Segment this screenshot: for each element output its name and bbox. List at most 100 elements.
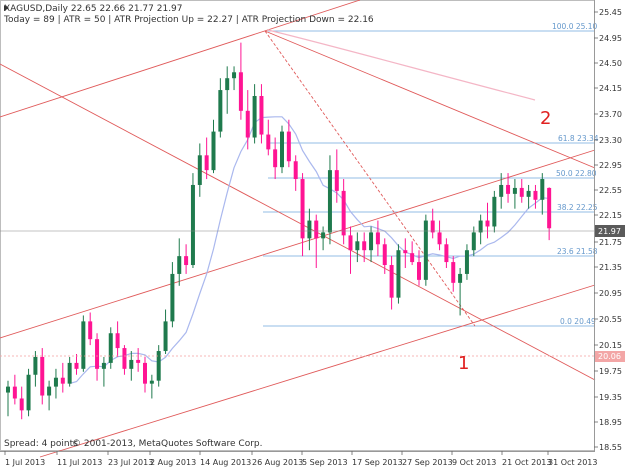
fib-level-label: 38.2 22.25 (557, 203, 598, 212)
candle-body (81, 321, 86, 369)
candle-body (19, 398, 24, 411)
fib-level-label: 61.8 23.34 (558, 134, 599, 143)
candle-body (334, 170, 339, 191)
fib-level-label: 23.6 21.58 (557, 247, 598, 256)
candle-body (369, 232, 374, 251)
candle-body (225, 78, 230, 91)
time-axis[interactable]: 1 Jul 2013 11 Jul 2013 23 Jul 20132 Aug 20… (0, 451, 597, 467)
marker-label-2: 2 (540, 108, 551, 129)
candle-body (430, 220, 435, 233)
candle-body (6, 386, 10, 393)
candle-body (293, 161, 298, 180)
fib-level-label: 100.0 25.10 (552, 22, 598, 31)
candle-body (314, 220, 319, 239)
candle-body (341, 190, 346, 236)
candle-body (177, 256, 182, 274)
price-tick-label: 24.50 (599, 59, 622, 68)
time-tick-label: 23 Jul 2013 (108, 458, 153, 467)
price-axis[interactable]: 25.45 24.95 24.50 24.15 23.70 23.30 22.95 22.55… (594, 0, 625, 452)
price-tick-label: 23.70 (599, 110, 622, 119)
price-chart-window[interactable]: 100.0 25.10 61.8 23.34 50.0 22.80 38.2 22.2… (0, 0, 625, 469)
spread-label: Spread: 4 points (4, 439, 78, 449)
candle-body (95, 339, 100, 369)
candle-body (437, 232, 442, 245)
candle-body (88, 321, 93, 340)
copyright-label: © 2001-2013, MetaQuotes Software Corp. (72, 439, 263, 449)
fib-level-label: 50.0 22.80 (556, 169, 597, 178)
price-tick-label: 24.15 (599, 84, 622, 93)
candle-body (471, 232, 476, 251)
candle-body (273, 149, 278, 168)
time-tick-label: 1 Jul 2013 (5, 458, 45, 467)
candle-body (163, 321, 168, 352)
time-tick-label: 21 Oct 2013 (502, 458, 551, 467)
time-tick-label: 17 Sep 2013 (352, 458, 403, 467)
candle-body (533, 190, 538, 200)
price-tick-label: 18.55 (599, 443, 622, 452)
price-tick-label: 21.75 (599, 238, 622, 247)
price-chart[interactable]: 100.0 25.10 61.8 23.34 50.0 22.80 38.2 22.2… (0, 0, 625, 469)
current-price-label: 21.97 (598, 227, 621, 236)
candle-body (115, 333, 120, 349)
candle-body (286, 131, 291, 162)
time-tick-label: 5 Sep 2013 (302, 458, 348, 467)
time-tick-label: 31 Oct 2013 (548, 458, 597, 467)
price-tick-label: 19.75 (599, 367, 622, 376)
marker-label-1: 1 (458, 353, 469, 374)
candle-body (67, 362, 72, 384)
candle-body (300, 179, 305, 239)
candle-body (143, 362, 147, 384)
candle-body (47, 386, 52, 396)
candle-body (190, 184, 195, 266)
candle-body (526, 190, 531, 197)
candle-body (403, 250, 408, 254)
candle-body (184, 256, 189, 266)
candle-body (108, 333, 113, 363)
candle-body (245, 110, 250, 138)
candle-body (74, 362, 79, 369)
candle-body (321, 232, 326, 239)
candle-body (266, 134, 271, 150)
fib-level-label: 0.0 20.49 (560, 317, 596, 326)
candle-body (382, 244, 387, 266)
candle-body (519, 187, 524, 197)
time-tick-label: 14 Aug 2013 (200, 458, 251, 467)
candle-body (136, 359, 141, 363)
header-line-2: Today = 89 | ATR = 50 | ATR Projection U… (3, 15, 374, 25)
candle-body (355, 241, 360, 251)
candle-body (506, 184, 511, 194)
time-tick-label: 2 Aug 2013 (150, 458, 196, 467)
candle-body (327, 170, 332, 233)
candle-body (197, 155, 202, 185)
header-line-1: XAGUSD,Daily 22.65 22.66 21.77 21.97 (4, 4, 183, 14)
time-tick-label: 9 Oct 2013 (452, 458, 496, 467)
candle-body (259, 96, 264, 135)
candle-body (512, 187, 517, 194)
candle-body (211, 131, 216, 171)
candle-body (389, 265, 394, 298)
time-tick-label: 26 Aug 2013 (252, 458, 303, 467)
candle-body (12, 386, 17, 399)
candle-body (252, 96, 257, 138)
chart-frame (0, 0, 595, 451)
price-tick-label: 24.95 (599, 34, 622, 43)
candle-body (375, 232, 380, 245)
price-tick-label: 18.95 (599, 418, 622, 427)
candle-body (499, 184, 504, 197)
candle-body (444, 244, 449, 263)
price-tick-label: 21.35 (599, 263, 622, 272)
candle-body (204, 155, 209, 171)
price-tick-label: 20.15 (599, 341, 622, 350)
price-tick-label: 22.95 (599, 161, 622, 170)
candle-body (156, 351, 161, 381)
candle-body (540, 179, 545, 200)
candle-body (492, 196, 497, 227)
time-tick-label: 27 Sep 2013 (402, 458, 453, 467)
candle-body (410, 253, 415, 263)
candle-body (53, 377, 58, 387)
candle-body (218, 90, 223, 132)
price-tick-label: 23.30 (599, 136, 622, 145)
candle-body (464, 250, 469, 274)
candle-body (129, 359, 134, 369)
price-tick-label: 25.45 (599, 8, 622, 17)
